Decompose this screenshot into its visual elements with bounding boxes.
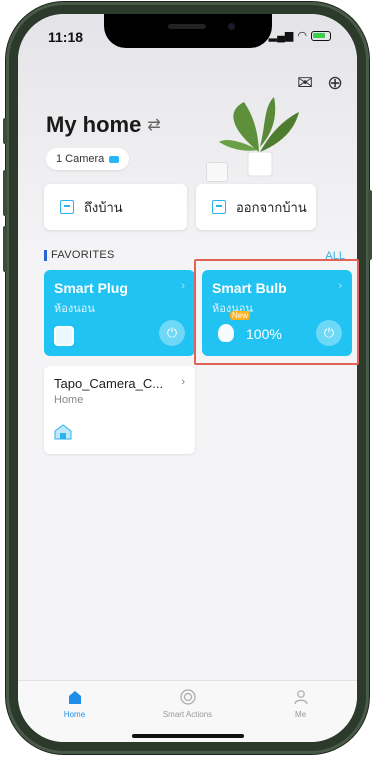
person-icon — [293, 690, 308, 705]
arrive-home-button[interactable]: ถึงบ้าน — [44, 184, 187, 230]
tab-me[interactable]: Me — [256, 689, 346, 742]
page-title[interactable]: My home ⇄ — [46, 112, 161, 138]
video-camera-icon — [109, 155, 120, 163]
device-name: Tapo_Camera_C... — [54, 376, 164, 391]
device-room: ห้องนอน — [54, 303, 95, 315]
tab-home[interactable]: Home — [30, 689, 120, 742]
plus-circle-icon[interactable]: ⊕ — [327, 72, 343, 95]
header-actions: ✉ ⊕ — [297, 72, 343, 95]
wall-plug-decoration — [206, 162, 228, 182]
power-toggle-button[interactable]: ⏻ — [159, 320, 185, 346]
status-icons: ▂▄▆ ◠ — [269, 29, 331, 42]
home-icon — [68, 691, 81, 704]
tab-label: Smart Actions — [162, 710, 213, 719]
swap-icon[interactable]: ⇄ — [147, 115, 160, 135]
tab-label: Home — [63, 710, 86, 719]
selection-highlight — [194, 259, 359, 365]
notch — [104, 14, 272, 48]
arrive-home-icon — [60, 200, 74, 214]
silent-switch — [3, 118, 7, 144]
device-name: Smart Plug — [54, 280, 128, 296]
power-button — [368, 190, 372, 260]
home-indicator[interactable] — [132, 734, 244, 738]
tab-label: Me — [294, 710, 307, 719]
mail-icon[interactable]: ✉ — [297, 72, 313, 95]
app-screen: 11:18 ▂▄▆ ◠ ✉ ⊕ My home ⇄ 1 Camera ถึงบ้… — [18, 14, 357, 742]
status-time: 11:18 — [48, 29, 84, 45]
leave-home-label: ออกจากบ้าน — [236, 199, 307, 215]
device-card-tapo-camera[interactable]: Tapo_Camera_C... Home › — [44, 366, 195, 454]
arrive-home-label: ถึงบ้าน — [84, 199, 123, 215]
signal-icon: ▂▄▆ — [268, 30, 294, 42]
smart-actions-icon — [179, 689, 196, 705]
camera-count-chip[interactable]: 1 Camera — [46, 148, 130, 170]
volume-down-button — [3, 226, 7, 272]
leave-home-icon — [212, 200, 226, 214]
wifi-icon: ◠ — [297, 30, 307, 42]
camera-chip-label: 1 Camera — [56, 153, 105, 165]
home-name: My home — [46, 112, 142, 137]
speaker — [168, 24, 206, 29]
favorites-heading: FAVORITES — [44, 250, 115, 261]
smart-plug-icon — [54, 326, 74, 346]
tab-bar: Home Smart Actions Me — [18, 680, 357, 742]
volume-up-button — [3, 170, 7, 216]
chevron-right-icon: › — [181, 376, 185, 388]
front-camera — [228, 23, 235, 30]
device-room: Home — [54, 394, 84, 406]
leave-home-button[interactable]: ออกจากบ้าน — [196, 184, 316, 230]
camera-house-icon — [54, 424, 72, 440]
device-card-smart-plug[interactable]: Smart Plug ห้องนอน › ⏻ — [44, 270, 195, 356]
battery-icon — [311, 30, 331, 41]
chevron-right-icon: › — [181, 280, 185, 292]
